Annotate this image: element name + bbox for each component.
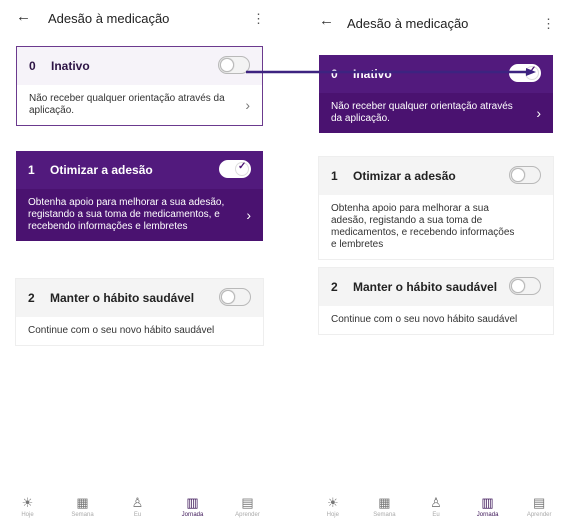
bottom-navigation: ☀ Hoje ▦ Semana ♙ Eu ▥ Jornada ▤ Aprender <box>307 493 565 527</box>
nav-item-hoje[interactable]: ☀ Hoje <box>307 493 359 527</box>
option-title: Inativo <box>353 67 392 81</box>
option-description-row[interactable]: Não receber qualquer orientação através … <box>17 85 262 125</box>
option-description-row: Continue com o seu novo hábito saudável <box>16 317 263 345</box>
option-card-maintain[interactable]: 2 Manter o hábito saudável Continue com … <box>319 268 553 334</box>
option-header: 0 Inativo <box>319 55 553 93</box>
option-header: 2 Manter o hábito saudável <box>16 279 263 317</box>
option-title: Manter o hábito saudável <box>353 280 498 294</box>
option-card-optimize[interactable]: 1 Otimizar a adesão Obtenha apoio para m… <box>319 157 553 259</box>
option-number: 1 <box>331 169 338 183</box>
calendar-icon: ▦ <box>378 495 391 510</box>
more-vertical-icon[interactable]: ⋮ <box>252 11 265 27</box>
option-title: Otimizar a adesão <box>353 169 456 183</box>
bottom-navigation: ☀ Hoje ▦ Semana ♙ Eu ▥ Jornada ▤ Aprender <box>0 493 275 527</box>
page-title: Adesão à medicação <box>347 16 469 31</box>
nav-label: Semana <box>373 512 396 518</box>
nav-item-eu[interactable]: ♙ Eu <box>410 493 462 527</box>
nav-item-jornada[interactable]: ▥ Jornada <box>462 493 514 527</box>
right-screen: ← Adesão à medicação ⋮ 0 Inativo Não rec… <box>307 0 565 527</box>
option-header: 1 Otimizar a adesão <box>16 151 263 189</box>
nav-label: Eu <box>133 512 142 518</box>
toggle-switch[interactable] <box>219 288 251 306</box>
nav-label: Semana <box>71 512 94 518</box>
option-title: Manter o hábito saudável <box>50 291 195 305</box>
more-vertical-icon[interactable]: ⋮ <box>542 16 555 32</box>
option-description: Continue com o seu novo hábito saudável <box>28 325 215 336</box>
nav-item-aprender[interactable]: ▤ Aprender <box>220 493 275 527</box>
toggle-switch[interactable] <box>509 277 541 295</box>
option-description-row[interactable]: Não receber qualquer orientação através … <box>319 93 553 133</box>
nav-item-semana[interactable]: ▦ Semana <box>55 493 110 527</box>
map-icon: ▥ <box>481 495 494 510</box>
nav-item-jornada[interactable]: ▥ Jornada <box>165 493 220 527</box>
page-title: Adesão à medicação <box>48 11 170 26</box>
option-description: Obtenha apoio para melhorar a sua adesão… <box>28 197 225 232</box>
option-number: 0 <box>331 67 338 81</box>
toggle-switch[interactable] <box>509 166 541 184</box>
nav-label: Aprender <box>235 512 260 518</box>
option-header: 1 Otimizar a adesão <box>319 157 553 195</box>
option-header: 0 Inativo <box>17 47 262 85</box>
option-description-row: Obtenha apoio para melhorar a sua adesão… <box>319 195 553 259</box>
nav-label: Jornada <box>181 512 204 518</box>
book-icon: ▤ <box>533 495 546 510</box>
toggle-knob <box>511 168 525 182</box>
nav-item-hoje[interactable]: ☀ Hoje <box>0 493 55 527</box>
option-card-inactive[interactable]: 0 Inativo Não receber qualquer orientaçã… <box>16 46 263 126</box>
person-icon: ♙ <box>430 495 442 510</box>
left-screen: ← Adesão à medicação ⋮ 0 Inativo Não rec… <box>0 0 275 527</box>
toggle-knob <box>221 290 235 304</box>
person-icon: ♙ <box>131 495 144 510</box>
option-card-inactive[interactable]: 0 Inativo Não receber qualquer orientaçã… <box>319 55 553 133</box>
option-header: 2 Manter o hábito saudável <box>319 268 553 306</box>
option-number: 2 <box>28 291 35 305</box>
calendar-icon: ▦ <box>76 495 89 510</box>
chevron-right-icon: › <box>246 207 251 223</box>
option-number: 2 <box>331 280 338 294</box>
option-title: Otimizar a adesão <box>50 163 153 177</box>
arrow-left-icon[interactable]: ← <box>319 12 334 29</box>
nav-item-eu[interactable]: ♙ Eu <box>110 493 165 527</box>
app-bar: ← Adesão à medicação ⋮ <box>0 0 275 38</box>
toggle-switch[interactable] <box>219 160 251 178</box>
nav-item-aprender[interactable]: ▤ Aprender <box>513 493 565 527</box>
option-description: Não receber qualquer orientação através … <box>331 101 513 124</box>
option-description-row: Continue com o seu novo hábito saudável <box>319 306 553 334</box>
toggle-knob <box>511 279 525 293</box>
app-bar: ← Adesão à medicação ⋮ <box>307 0 565 38</box>
map-icon: ▥ <box>186 495 199 510</box>
chevron-right-icon: › <box>536 105 541 121</box>
option-description-row[interactable]: Obtenha apoio para melhorar a sua adesão… <box>16 189 263 241</box>
toggle-switch[interactable] <box>218 56 250 74</box>
option-title: Inativo <box>51 59 90 73</box>
toggle-switch[interactable] <box>509 64 541 82</box>
nav-label: Aprender <box>526 512 552 518</box>
nav-label: Hoje <box>326 512 339 518</box>
arrow-left-icon[interactable]: ← <box>16 8 31 25</box>
option-number: 0 <box>29 59 36 73</box>
chevron-right-icon: › <box>245 97 250 113</box>
option-card-optimize[interactable]: 1 Otimizar a adesão Obtenha apoio para m… <box>16 151 263 241</box>
nav-label: Jornada <box>476 512 499 518</box>
book-icon: ▤ <box>241 495 254 510</box>
option-number: 1 <box>28 163 35 177</box>
check-icon <box>525 65 539 80</box>
option-description: Não receber qualquer orientação através … <box>29 93 225 116</box>
option-description: Obtenha apoio para melhorar a sua adesão… <box>331 203 515 250</box>
option-description: Continue com o seu novo hábito saudável <box>331 314 518 325</box>
nav-label: Hoje <box>21 512 34 518</box>
toggle-knob <box>220 58 234 72</box>
nav-item-semana[interactable]: ▦ Semana <box>359 493 411 527</box>
nav-label: Eu <box>432 512 440 518</box>
option-card-maintain[interactable]: 2 Manter o hábito saudável Continue com … <box>16 279 263 345</box>
check-icon <box>235 161 249 176</box>
sun-icon: ☀ <box>21 495 34 510</box>
sun-icon: ☀ <box>326 495 339 510</box>
